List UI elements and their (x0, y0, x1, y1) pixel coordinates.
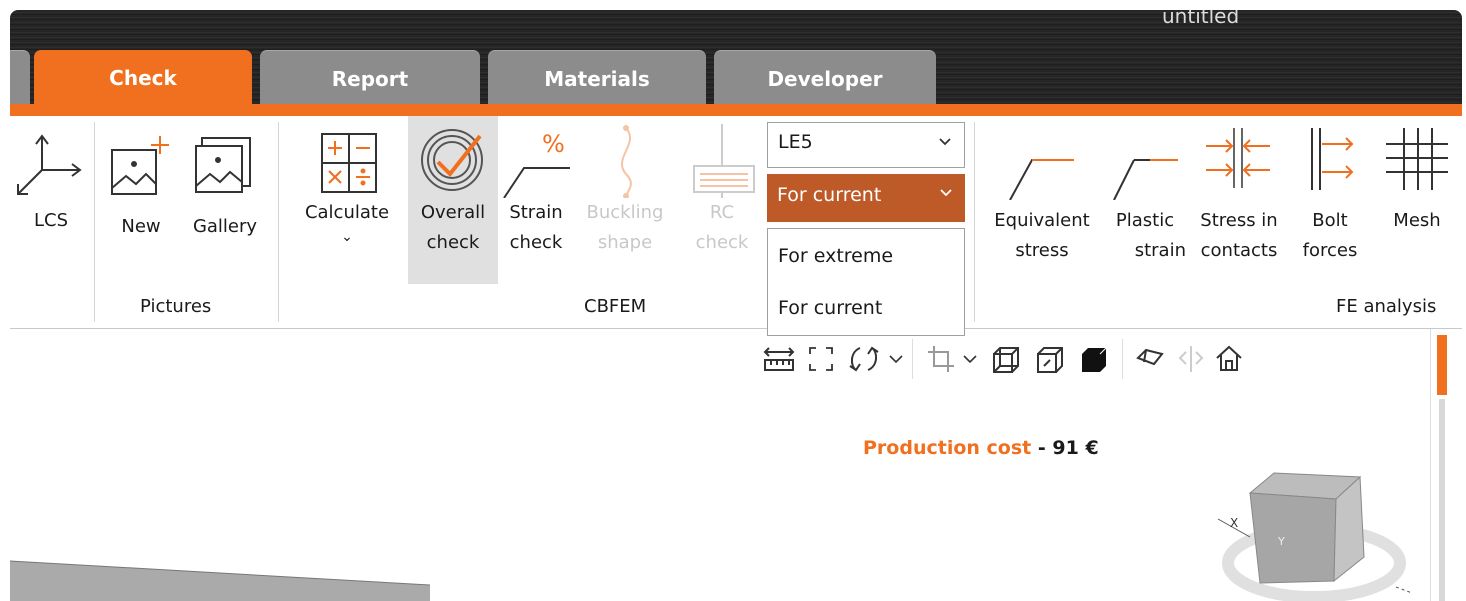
wireframe-cube-icon[interactable] (990, 344, 1022, 376)
rc-check-label-2: check (695, 232, 749, 253)
bolt-forces-label-2: forces (1302, 240, 1358, 261)
scrollbar-track[interactable] (1439, 399, 1445, 601)
crop-icon[interactable] (926, 344, 956, 374)
production-cost-label: Production cost (863, 437, 1032, 459)
toolbar-separator (1122, 339, 1123, 379)
rc-check-label-1: RC (709, 202, 735, 223)
ribbon: LCS New Gallery Pictures Calculate ⌄ Ove… (10, 116, 1462, 329)
dropdown-option-for-current[interactable]: For current (778, 297, 882, 319)
chevron-down-icon[interactable] (962, 344, 978, 374)
equivalent-stress-label-1: Equivalent (994, 210, 1090, 231)
gallery-label: Gallery (192, 216, 258, 237)
solid-cube-icon[interactable] (1078, 344, 1110, 376)
stress-in-contacts-label-1: Stress in (1200, 210, 1278, 231)
measure-icon[interactable] (762, 344, 796, 374)
buckling-shape-label-2: shape (597, 232, 653, 253)
navigation-cube[interactable]: X Y (1216, 459, 1412, 601)
chevron-down-icon (940, 189, 952, 197)
svg-text:%: % (542, 130, 565, 158)
strain-check-label-2: check (509, 232, 563, 253)
buckling-shape-label-1: Buckling (586, 202, 664, 223)
equivalent-stress-label-2: stress (1015, 240, 1069, 261)
lcs-icon (17, 134, 82, 195)
strain-check-label-1: Strain (509, 202, 563, 223)
model-geometry (10, 560, 430, 601)
lcs-label: LCS (33, 210, 69, 231)
production-cost-value: 91 € (1052, 437, 1099, 459)
scrollbar-thumb[interactable] (1437, 335, 1447, 395)
equivalent-stress-button[interactable]: Equivalent stress (980, 116, 1104, 284)
mesh-icon (1386, 128, 1448, 190)
new-picture-button[interactable]: New (102, 116, 180, 286)
tab-developer[interactable]: Developer (714, 50, 936, 106)
separator (278, 122, 279, 322)
separator (94, 122, 95, 322)
bolt-forces-icon (1311, 128, 1354, 190)
vertical-scrollbar[interactable] (1430, 329, 1462, 601)
buckling-shape-button[interactable]: Buckling shape (576, 116, 674, 284)
eraser-icon[interactable] (1134, 344, 1166, 374)
calculate-chevron-icon[interactable]: ⌄ (288, 222, 406, 252)
overall-check-icon (421, 129, 483, 191)
3d-viewport[interactable]: Production cost - 91 € X Y (10, 329, 1430, 601)
mode-value: For current (777, 184, 882, 206)
tab-materials[interactable]: Materials (488, 50, 706, 106)
stress-in-contacts-label-2: contacts (1200, 240, 1278, 261)
tab-hidden-left[interactable] (10, 50, 30, 106)
nav-cube-y-label: Y (1277, 535, 1285, 548)
separator (974, 122, 975, 322)
buckling-shape-icon (620, 125, 632, 198)
fit-icon[interactable] (806, 344, 836, 374)
dropdown-option-for-extreme[interactable]: For extreme (778, 245, 893, 267)
tab-report[interactable]: Report (260, 50, 480, 106)
mesh-button[interactable]: Mesh (1372, 116, 1462, 284)
stress-in-contacts-button[interactable]: Stress in contacts (1186, 116, 1292, 284)
mode-dropdown[interactable]: For current (767, 174, 965, 222)
plastic-strain-label-2: strain (1134, 240, 1186, 261)
calculate-button[interactable]: Calculate ⌄ (288, 116, 406, 286)
plastic-strain-button[interactable]: Plastic strain (1104, 116, 1186, 284)
title-bar: untitled Check Report Materials Develope… (10, 10, 1462, 106)
plastic-strain-icon (1113, 159, 1178, 200)
strain-check-icon: % (503, 130, 570, 198)
plastic-strain-label-1: Plastic (1115, 210, 1175, 231)
overall-check-button[interactable]: Overall check (408, 116, 498, 284)
window-title: untitled (1162, 10, 1240, 28)
home-icon[interactable] (1214, 344, 1244, 374)
calculate-icon (321, 133, 377, 193)
chevron-down-icon (939, 138, 951, 146)
tab-check[interactable]: Check (34, 50, 252, 106)
new-picture-icon (111, 136, 169, 195)
pictures-group-label: Pictures (140, 296, 212, 317)
bolt-forces-label-1: Bolt (1312, 210, 1348, 231)
rotate-icon[interactable] (846, 344, 882, 374)
gallery-button[interactable]: Gallery (182, 116, 268, 286)
new-picture-label: New (121, 216, 161, 237)
bolt-forces-button[interactable]: Bolt forces (1292, 116, 1368, 284)
mirror-icon[interactable] (1176, 344, 1206, 374)
chevron-down-icon[interactable] (888, 344, 904, 374)
mode-dropdown-popup: For extreme For current (767, 228, 965, 336)
load-case-value: LE5 (778, 131, 813, 153)
production-cost: Production cost - 91 € (863, 437, 1099, 459)
cbfem-group-label: CBFEM (584, 296, 647, 317)
equivalent-stress-icon (1009, 159, 1074, 200)
fe-analysis-group-label: FE analysis (1336, 296, 1437, 317)
tab-accent-bar (10, 104, 1462, 116)
app-window: untitled Check Report Materials Develope… (10, 10, 1462, 601)
stress-in-contacts-icon (1206, 128, 1270, 188)
lcs-button[interactable]: LCS (10, 116, 92, 286)
strain-check-button[interactable]: % Strain check (498, 116, 574, 284)
rc-check-button[interactable]: RC check (682, 116, 762, 284)
overall-check-label-1: Overall (420, 202, 486, 223)
mesh-label: Mesh (1393, 210, 1441, 231)
production-cost-separator: - (1037, 437, 1046, 459)
overall-check-label-2: check (426, 232, 480, 253)
gallery-icon (195, 137, 251, 193)
transparent-cube-icon[interactable] (1034, 344, 1066, 376)
load-case-dropdown[interactable]: LE5 (767, 122, 965, 168)
rc-check-icon (693, 124, 755, 198)
nav-cube-x-label: X (1230, 516, 1238, 530)
toolbar-separator (912, 339, 913, 379)
